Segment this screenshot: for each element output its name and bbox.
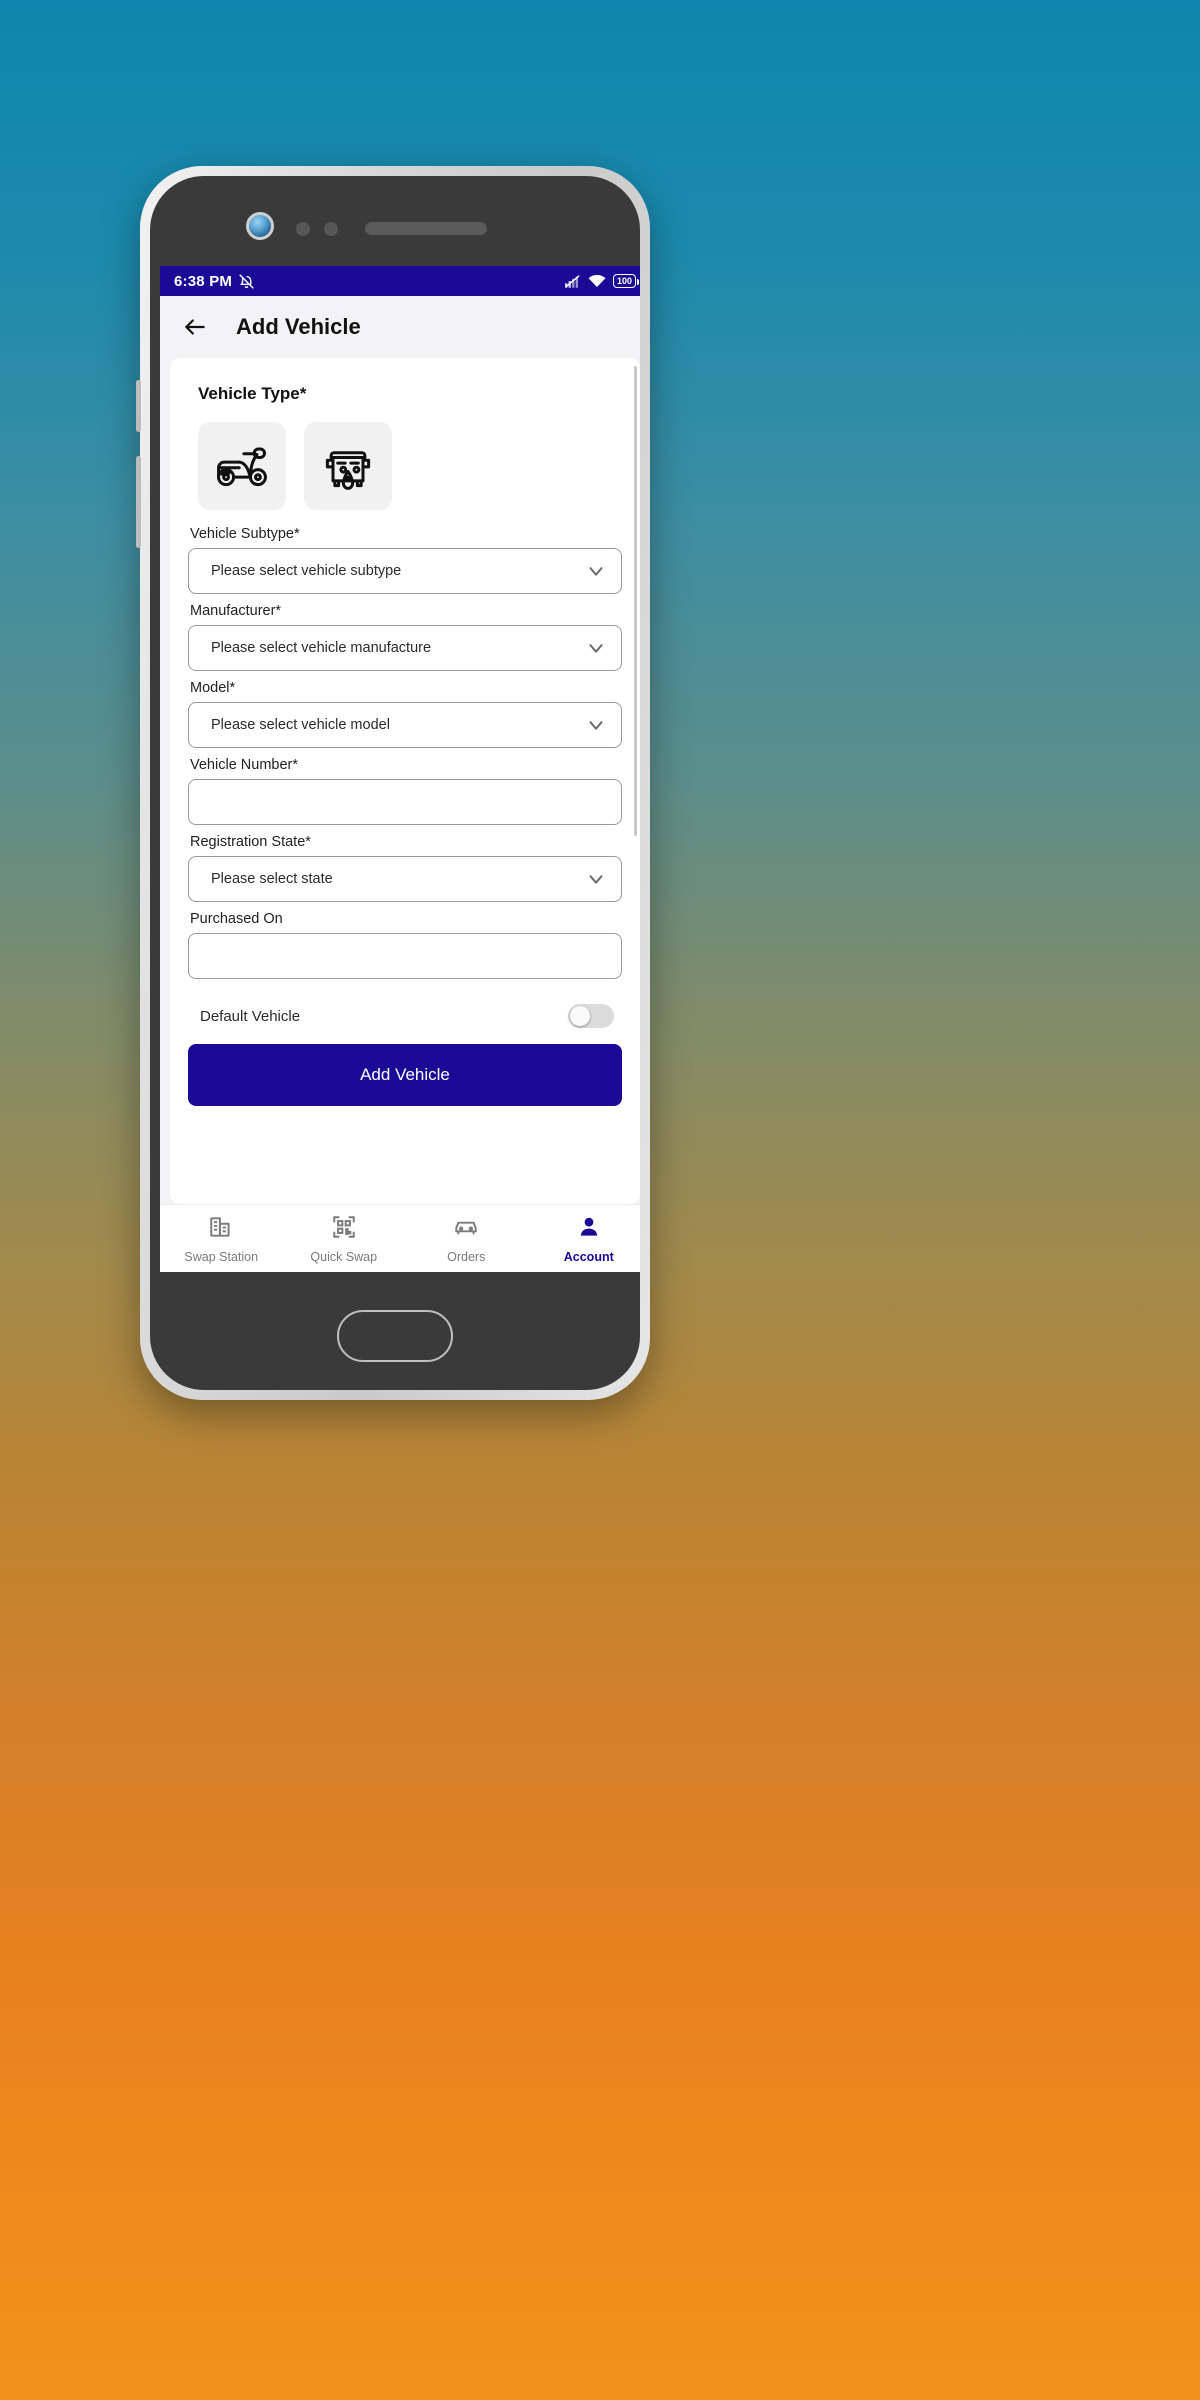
proximity-sensor-icon — [296, 222, 310, 236]
nav-label: Orders — [447, 1249, 486, 1264]
light-sensor-icon — [324, 222, 338, 236]
building-icon — [208, 1214, 234, 1245]
purchased-on-input[interactable] — [188, 933, 622, 979]
form-scroll-area[interactable]: Vehicle Type* Vehicle Subtype* Please se… — [160, 358, 640, 1204]
app-bar: Add Vehicle — [160, 296, 640, 358]
phone-screen: 6:38 PM 100 Add Vehicle Vehicle Type* Ve… — [160, 266, 640, 1272]
default-vehicle-toggle[interactable] — [568, 1004, 614, 1028]
wifi-icon — [588, 274, 606, 288]
home-button[interactable] — [337, 1310, 453, 1362]
bell-muted-icon — [238, 273, 255, 290]
nav-item-quick-swap[interactable]: Quick Swap — [283, 1214, 406, 1264]
nav-label: Account — [563, 1249, 614, 1264]
add-vehicle-submit-button[interactable]: Add Vehicle — [188, 1044, 622, 1106]
chevron-down-icon — [585, 637, 607, 659]
field-registration-state: Registration State* Please select state — [188, 834, 622, 902]
nav-item-account[interactable]: Account — [528, 1214, 641, 1264]
vehicle-type-options — [198, 422, 622, 510]
manufacturer-value: Please select vehicle manufacture — [211, 640, 432, 656]
vertical-scrollbar[interactable] — [634, 366, 637, 836]
field-vehicle-subtype: Vehicle Subtype* Please select vehicle s… — [188, 526, 622, 594]
car-icon — [453, 1214, 479, 1245]
nav-item-swap-station[interactable]: Swap Station — [160, 1214, 283, 1264]
model-value: Please select vehicle model — [211, 717, 390, 733]
status-bar-left: 6:38 PM — [174, 273, 255, 290]
scooter-type-option[interactable] — [198, 422, 286, 510]
registration-state-value: Please select state — [211, 871, 333, 887]
vehicle-subtype-select[interactable]: Please select vehicle subtype — [188, 548, 622, 594]
field-label: Vehicle Number* — [190, 757, 298, 773]
phone-device-frame: 6:38 PM 100 Add Vehicle Vehicle Type* Ve… — [136, 166, 650, 1400]
chevron-down-icon — [585, 560, 607, 582]
person-icon — [576, 1214, 602, 1245]
phone-body: 6:38 PM 100 Add Vehicle Vehicle Type* Ve… — [150, 176, 640, 1390]
page-title: Add Vehicle — [236, 314, 361, 339]
battery-indicator: 100 — [612, 274, 640, 288]
front-camera-icon — [246, 212, 274, 240]
vehicle-number-input[interactable] — [188, 779, 622, 825]
wallpaper-background: 6:38 PM 100 Add Vehicle Vehicle Type* Ve… — [0, 0, 1200, 2400]
phone-side-button-top — [136, 380, 141, 432]
auto-rickshaw-icon — [318, 434, 378, 499]
default-vehicle-row: Default Vehicle — [188, 988, 622, 1044]
earpiece-speaker — [365, 222, 487, 235]
back-arrow-icon[interactable] — [182, 314, 208, 340]
registration-state-select[interactable]: Please select state — [188, 856, 622, 902]
field-label: Registration State* — [190, 834, 311, 850]
vehicle-type-section-title: Vehicle Type* — [198, 384, 307, 403]
status-bar: 6:38 PM 100 — [160, 266, 640, 296]
status-bar-right: 100 — [564, 274, 640, 288]
phone-side-button-bottom — [136, 456, 141, 548]
bottom-navigation-bar: Swap Station Quick Swap Orders Account — [160, 1204, 640, 1272]
add-vehicle-card: Vehicle Type* Vehicle Subtype* Please se… — [170, 358, 640, 1204]
default-vehicle-label: Default Vehicle — [200, 1007, 301, 1025]
nav-item-orders[interactable]: Orders — [405, 1214, 528, 1264]
vehicle-subtype-value: Please select vehicle subtype — [211, 563, 402, 579]
field-label: Manufacturer* — [190, 603, 282, 619]
nav-label: Swap Station — [184, 1249, 259, 1264]
signal-bars-icon — [564, 274, 581, 288]
manufacturer-select[interactable]: Please select vehicle manufacture — [188, 625, 622, 671]
field-label: Vehicle Subtype* — [190, 526, 300, 542]
auto-rickshaw-type-option[interactable] — [304, 422, 392, 510]
qr-code-icon — [331, 1214, 357, 1245]
chevron-down-icon — [585, 868, 607, 890]
chevron-down-icon — [585, 714, 607, 736]
field-purchased-on: Purchased On — [188, 911, 622, 979]
nav-label: Quick Swap — [310, 1249, 378, 1264]
field-label: Purchased On — [190, 911, 283, 927]
scooter-icon — [212, 434, 272, 499]
field-model: Model* Please select vehicle model — [188, 680, 622, 748]
field-manufacturer: Manufacturer* Please select vehicle manu… — [188, 603, 622, 671]
status-bar-time: 6:38 PM — [174, 272, 233, 290]
model-select[interactable]: Please select vehicle model — [188, 702, 622, 748]
toggle-knob — [570, 1006, 590, 1026]
field-vehicle-number: Vehicle Number* — [188, 757, 622, 825]
field-label: Model* — [190, 680, 236, 696]
